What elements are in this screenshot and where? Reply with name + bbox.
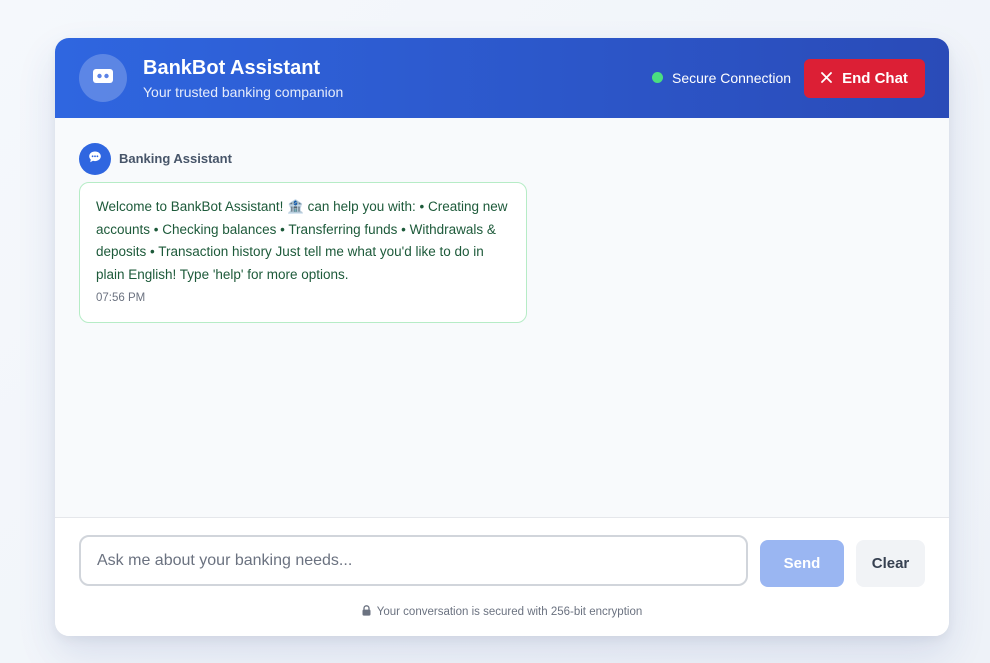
composer: Send Clear Your conversation is secured …: [55, 517, 949, 636]
security-note-text: Your conversation is secured with 256-bi…: [376, 606, 643, 618]
chat-window: BankBot Assistant Your trusted banking c…: [55, 38, 949, 636]
chat-header: BankBot Assistant Your trusted banking c…: [55, 38, 949, 118]
clear-button[interactable]: Clear: [856, 540, 925, 587]
connection-status: Secure Connection: [672, 70, 792, 86]
status-online-dot: [652, 72, 663, 83]
close-icon: [821, 70, 832, 87]
message-text: Welcome to BankBot Assistant! 🏦 can help…: [96, 199, 508, 282]
header-subtitle: Your trusted banking companion: [143, 84, 344, 100]
end-chat-label: End Chat: [842, 70, 908, 87]
message-sender: Banking Assistant: [119, 151, 232, 166]
assistant-message: Welcome to BankBot Assistant! 🏦 can help…: [79, 182, 527, 323]
lock-icon: [362, 605, 371, 619]
chat-bubble-icon: [88, 150, 102, 169]
message-list: Banking Assistant Welcome to BankBot Ass…: [55, 118, 949, 517]
header-title: BankBot Assistant: [143, 57, 321, 79]
message-timestamp: 07:56 PM: [96, 292, 146, 305]
bot-avatar: [79, 54, 127, 102]
message-input[interactable]: [79, 535, 748, 586]
robot-icon: [93, 68, 113, 88]
security-note: Your conversation is secured with 256-bi…: [55, 605, 949, 619]
end-chat-button[interactable]: End Chat: [804, 59, 925, 98]
send-button[interactable]: Send: [760, 540, 844, 587]
assistant-avatar: [79, 143, 111, 175]
